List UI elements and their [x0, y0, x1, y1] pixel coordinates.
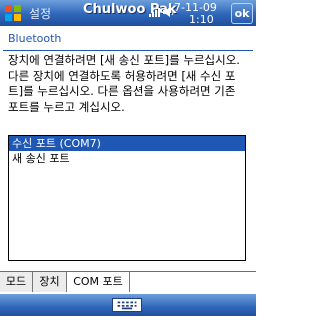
page-header: Bluetooth: [0, 27, 256, 51]
instructions-text: 장치에 연결하려면 [새 송신 포트]를 누르십시오. 다른 장치에 연결하도록…: [8, 53, 240, 114]
port-list-item-new-outgoing[interactable]: 새 송신 포트: [9, 151, 245, 166]
port-list[interactable]: 수신 포트 (COM7) 새 송신 포트: [8, 135, 246, 261]
menu-bar: [0, 294, 256, 316]
header-divider: [3, 50, 253, 51]
tab-com-ports[interactable]: COM 포트: [67, 272, 130, 292]
ok-button[interactable]: ok: [231, 3, 253, 24]
signal-icon[interactable]: [148, 6, 161, 18]
tab-bar: 모드 장치 COM 포트: [0, 271, 256, 294]
time-display: 1:10: [189, 13, 214, 26]
tab-mode[interactable]: 모드: [0, 272, 33, 292]
bottom-margin: [0, 316, 256, 335]
title-bar: 설정 Chulwoo Pak 7-11-09 1:10 ok: [0, 0, 256, 26]
window-title: 설정: [29, 7, 52, 21]
keyboard-icon[interactable]: [112, 298, 142, 312]
page-title: Bluetooth: [8, 32, 62, 45]
windows-start-icon[interactable]: [3, 3, 23, 23]
port-list-item-incoming-com7[interactable]: 수신 포트 (COM7): [9, 136, 245, 151]
tab-devices[interactable]: 장치: [33, 272, 67, 292]
